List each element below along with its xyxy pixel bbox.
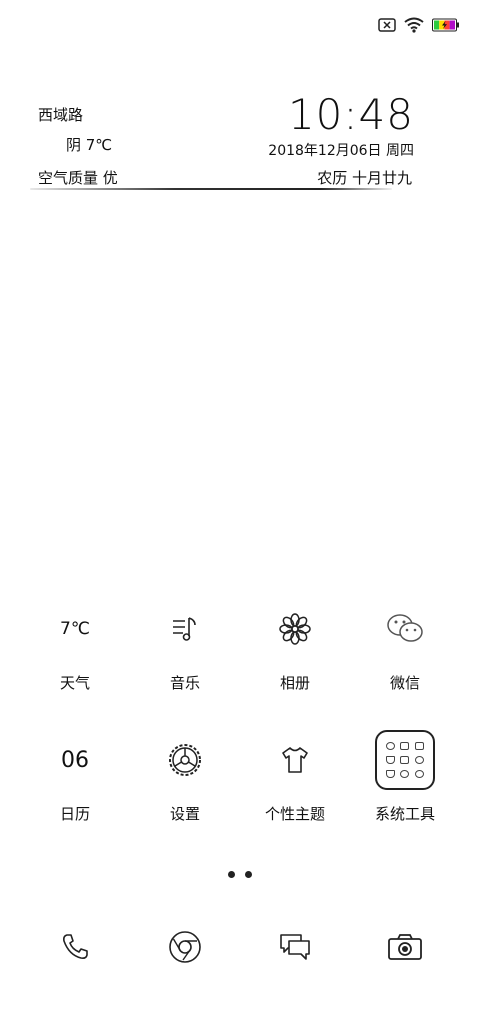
page-indicator[interactable] [0, 871, 480, 878]
mini-app-icon [400, 770, 410, 778]
music-icon [152, 596, 218, 662]
app-weather[interactable]: 7℃ 天气 [20, 596, 130, 727]
gallery-flower-icon [262, 596, 328, 662]
mini-app-icon [400, 756, 410, 764]
status-bar [378, 14, 460, 36]
system-tools-folder-icon [372, 727, 438, 793]
app-grid: 7℃ 天气 音乐 相册 微信 06 日历 设置 个性主题 系统工具 [20, 596, 460, 858]
phone-icon [63, 934, 88, 959]
browser-icon [169, 931, 201, 963]
settings-gear-icon [152, 727, 218, 793]
lunar-date-label: 农历 十月廿九 [317, 169, 412, 187]
dock-browser[interactable] [130, 922, 240, 972]
app-label: 音乐 [169, 674, 200, 692]
clock-time: 10:48 [287, 90, 414, 139]
app-label: 日历 [59, 805, 90, 823]
dock [20, 922, 460, 972]
air-quality-label: 空气质量 优 [38, 169, 118, 187]
theme-shirt-icon [262, 727, 328, 793]
mini-app-icon [385, 770, 395, 778]
dock-phone[interactable] [20, 922, 130, 972]
page-dot[interactable] [228, 871, 235, 878]
mini-app-icon [400, 742, 410, 750]
clock-weather-widget[interactable]: 西域路 阴 7℃ 空气质量 优 10:48 2018年12月06日 周四 农历 … [0, 90, 480, 200]
camera-icon [388, 934, 422, 960]
weather-summary: 阴 7℃ [66, 136, 113, 154]
calendar-icon: 06 [42, 727, 108, 793]
mini-app-icon [385, 756, 395, 764]
app-music[interactable]: 音乐 [130, 596, 240, 727]
no-sim-icon [378, 18, 396, 32]
app-wechat[interactable]: 微信 [350, 596, 460, 727]
app-label: 设置 [169, 805, 200, 823]
app-settings[interactable]: 设置 [130, 727, 240, 858]
weather-icon: 7℃ [42, 596, 108, 662]
app-label: 系统工具 [374, 805, 435, 823]
location-label: 西域路 [38, 106, 84, 124]
weather-icon-temp: 7℃ [60, 619, 90, 639]
app-label: 个性主题 [264, 805, 325, 823]
app-theme[interactable]: 个性主题 [240, 727, 350, 858]
page-dot[interactable] [245, 871, 252, 878]
mini-app-icon [415, 770, 425, 778]
messages-icon [280, 934, 310, 960]
app-gallery[interactable]: 相册 [240, 596, 350, 727]
app-label: 天气 [59, 674, 90, 692]
widget-divider [30, 188, 392, 190]
wechat-icon [372, 596, 438, 662]
calendar-icon-day: 06 [61, 747, 89, 773]
mini-app-icon [415, 742, 425, 750]
mini-app-icon [385, 742, 395, 750]
mini-app-icon [415, 756, 425, 764]
wifi-icon [404, 17, 424, 33]
app-system-tools[interactable]: 系统工具 [350, 727, 460, 858]
dock-messages[interactable] [240, 922, 350, 972]
app-label: 微信 [389, 674, 420, 692]
battery-charging-icon [432, 18, 459, 32]
app-label: 相册 [279, 674, 310, 692]
date-label: 2018年12月06日 周四 [268, 143, 414, 159]
app-calendar[interactable]: 06 日历 [20, 727, 130, 858]
dock-camera[interactable] [350, 922, 460, 972]
